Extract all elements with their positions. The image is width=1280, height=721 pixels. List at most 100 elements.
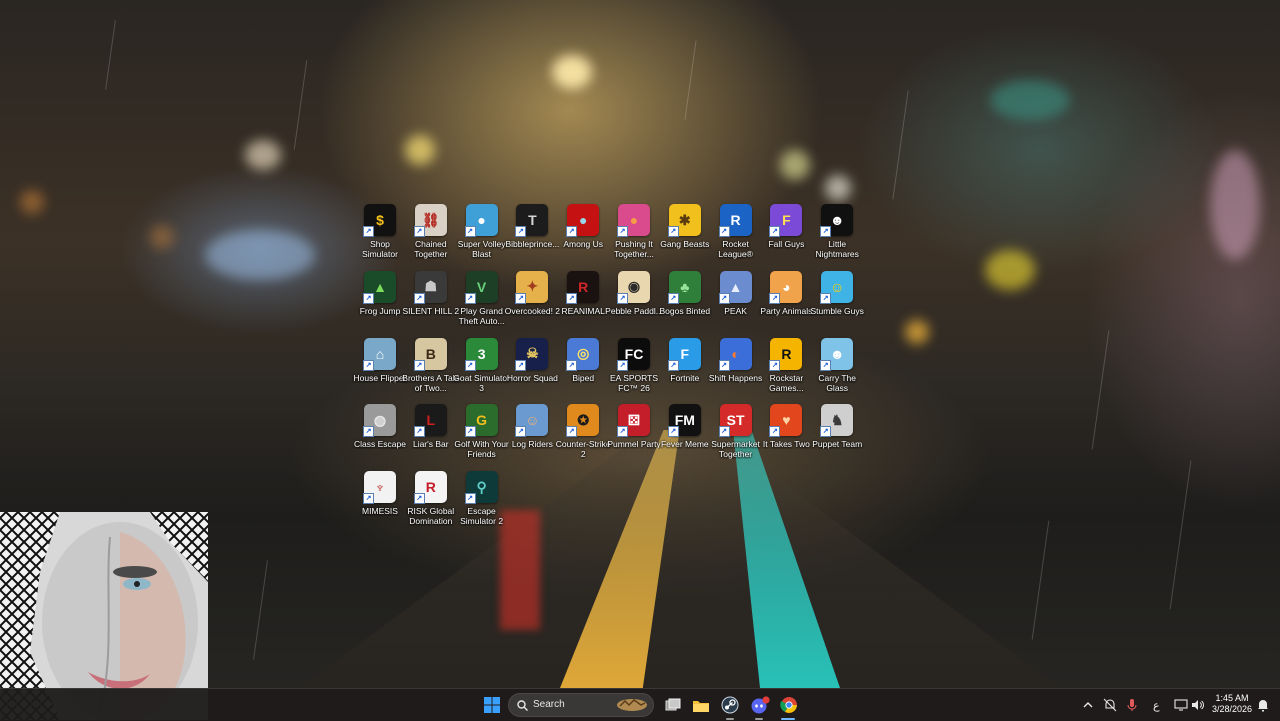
desktop-icon[interactable]: R ↗ RISK Global Domination (405, 471, 457, 535)
search-highlight-icon (617, 699, 647, 711)
volume-button[interactable] (1191, 689, 1205, 721)
desktop-icon[interactable]: ✪ ↗ Counter-Strike 2 (556, 404, 611, 468)
desktop-icon[interactable]: V ↗ Play Grand Theft Auto... (456, 270, 508, 335)
notification-center-button[interactable] (1257, 689, 1269, 721)
desktop-icon[interactable]: R ↗ REANIMAL (557, 270, 609, 335)
shortcut-arrow-icon: ↗ (617, 292, 628, 304)
taskbar-search-box[interactable]: Search (508, 693, 654, 717)
shortcut-arrow-icon: ↗ (363, 359, 374, 371)
desktop-icon[interactable]: ▲ ↗ Frog Jump (354, 270, 406, 335)
desktop-icon[interactable]: $ ↗ Shop Simulator (354, 204, 406, 268)
desktop-icon[interactable]: G ↗ Golf With Your Friends (454, 404, 509, 468)
taskbar-clock[interactable]: 1:45 AM 3/28/2026 (1208, 693, 1256, 715)
desktop-icon-label: Pebble Paddl... (605, 305, 663, 316)
desktop-icon[interactable]: ◉ ↗ Pebble Paddl... (605, 270, 663, 335)
desktop-icon-label: Bogos Binted (659, 305, 711, 316)
shortcut-arrow-icon: ↗ (363, 292, 374, 304)
network-button[interactable] (1174, 689, 1188, 721)
app-icon: ☺ ↗ (515, 404, 549, 438)
taskbar: Search ع 1:45 AM 3/28/2026 (0, 688, 1280, 721)
desktop-icon-label: PEAK (724, 305, 747, 316)
app-icon: R ↗ (566, 270, 600, 304)
desktop-icon[interactable]: R ↗ Rockstar Games... (760, 337, 812, 402)
desktop-icon-label: MIMESIS (362, 506, 398, 517)
steam-taskbar-button[interactable] (717, 693, 743, 717)
shortcut-arrow-icon: ↗ (769, 292, 781, 304)
desktop-icon[interactable]: FC ↗ EA SPORTS FC™ 26 (608, 337, 660, 402)
desktop-icon[interactable]: 3 ↗ Goat Simulator 3 (453, 337, 510, 402)
app-icon: R ↗ (718, 204, 752, 237)
desktop-icon[interactable]: ☺ ↗ Stumble Guys (810, 270, 864, 335)
tray-overflow-button[interactable] (1082, 689, 1094, 721)
desktop-icon[interactable]: ☠ ↗ Horror Squad (506, 337, 558, 402)
desktop-icon[interactable]: ⚄ ↗ Pummel Party (607, 404, 661, 468)
shortcut-arrow-icon: ↗ (667, 226, 679, 237)
desktop-icon-label: Class Escape (354, 439, 406, 450)
desktop-icon-label: Stumble Guys (810, 305, 864, 316)
desktop-icon[interactable]: ♣ ↗ Bogos Binted (659, 270, 711, 335)
desktop-icon[interactable]: L ↗ Liar's Bar (405, 404, 457, 468)
desktop-icon[interactable]: ◕ ↗ Party Animals (760, 270, 812, 335)
desktop-icon[interactable]: R ↗ Rocket League® (710, 204, 762, 268)
desktop-icon[interactable]: ● ↗ Among Us (557, 204, 609, 268)
shortcut-arrow-icon: ↗ (769, 426, 781, 438)
app-icon: F ↗ (769, 204, 803, 237)
desktop-icon[interactable]: ▲ ↗ PEAK (710, 270, 762, 335)
desktop-icon[interactable]: ☺ ↗ Log Riders (506, 404, 558, 468)
desktop-icon[interactable]: ● ↗ Super Volley Blast (456, 204, 508, 268)
desktop-icon[interactable]: ♆ ↗ MIMESIS (354, 471, 406, 535)
desktop-icon-label: Frog Jump (359, 305, 401, 316)
desktop-icon[interactable]: ⚲ ↗ Escape Simulator 2 (456, 471, 508, 535)
app-icon: ♥ ↗ (769, 404, 803, 438)
notifications-muted-button[interactable] (1103, 689, 1117, 721)
desktop-icon[interactable]: ◐ ↗ Shift Happens (709, 337, 762, 402)
desktop-icon[interactable]: ✱ ↗ Gang Beasts (659, 204, 711, 268)
app-icon: ⚄ ↗ (617, 404, 650, 438)
desktop-icon[interactable]: ☗ ↗ SILENT HILL 2 (402, 270, 459, 335)
clock-time: 1:45 AM (1215, 693, 1249, 703)
desktop-icon[interactable]: ✦ ↗ Overcooked! 2 (505, 270, 560, 335)
desktop-icon-label: Supermarket Together (711, 439, 760, 460)
file-explorer-button[interactable] (688, 693, 714, 717)
desktop-icon[interactable]: ♞ ↗ Puppet Team (811, 404, 863, 468)
desktop-icon-label: Chained Together (414, 239, 448, 259)
app-icon: ✱ ↗ (667, 204, 701, 237)
desktop-icon[interactable]: F ↗ Fall Guys (760, 204, 812, 268)
desktop-icon[interactable]: T ↗ Bibbleprince... (505, 204, 559, 268)
shortcut-arrow-icon: ↗ (667, 292, 679, 304)
desktop-icon[interactable]: ● ↗ Pushing It Together... (608, 204, 660, 268)
shortcut-arrow-icon: ↗ (820, 426, 832, 438)
app-icon: ◉ ↗ (617, 270, 650, 304)
desktop-icon[interactable]: B ↗ Brothers A Tale of Two... (402, 337, 459, 402)
app-icon: B ↗ (413, 337, 447, 371)
desktop-icon-label: Among Us (563, 239, 604, 249)
desktop-icon[interactable]: ⛓ ↗ Chained Together (405, 204, 457, 268)
desktop-icon-label: Rocket League® (718, 239, 753, 259)
task-view-button[interactable] (660, 693, 686, 717)
shortcut-arrow-icon: ↗ (667, 359, 679, 371)
app-icon: $ ↗ (363, 204, 396, 237)
app-icon: ♣ ↗ (667, 270, 701, 304)
chrome-taskbar-button[interactable] (776, 693, 802, 717)
shortcut-arrow-icon: ↗ (566, 426, 578, 438)
shortcut-arrow-icon: ↗ (413, 226, 425, 237)
desktop-icon[interactable]: F ↗ Fortnite (659, 337, 711, 402)
desktop-icon[interactable]: ♥ ↗ It Takes Two (760, 404, 812, 468)
shortcut-arrow-icon: ↗ (718, 359, 730, 371)
shortcut-arrow-icon: ↗ (515, 426, 527, 438)
desktop-icon[interactable]: ◍ ↗ Class Escape (354, 404, 406, 468)
chevron-up-icon (1083, 702, 1093, 708)
discord-taskbar-button[interactable] (747, 693, 773, 717)
desktop-icon-label: Fall Guys (768, 239, 805, 249)
desktop-icon[interactable]: ☻ ↗ Carry The Glass (811, 337, 863, 402)
input-language-indicator[interactable]: ع (1153, 689, 1160, 721)
desktop-icon[interactable]: ST ↗ Supermarket Together (710, 404, 762, 468)
app-icon: ● ↗ (464, 204, 498, 237)
desktop-icon[interactable]: ☻ ↗ Little Nightmares (811, 204, 863, 268)
start-button[interactable] (479, 693, 505, 717)
desktop-icon[interactable]: FM ↗ Fever Meme (659, 404, 711, 468)
shortcut-arrow-icon: ↗ (413, 426, 425, 438)
desktop-icon[interactable]: ⌂ ↗ House Flipper (354, 337, 406, 402)
desktop-icon[interactable]: ◎ ↗ Biped (557, 337, 609, 402)
microphone-button[interactable] (1126, 689, 1138, 721)
